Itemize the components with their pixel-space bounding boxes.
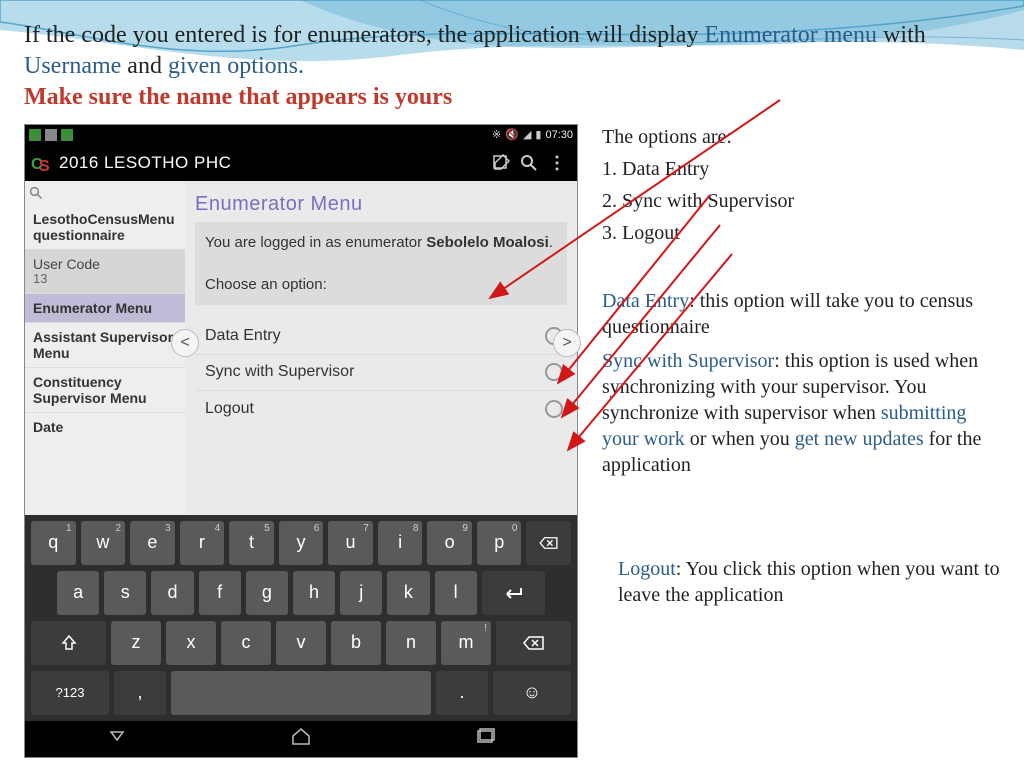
option-logout[interactable]: Logout (195, 391, 567, 427)
key-v[interactable]: v (276, 621, 326, 665)
key-d[interactable]: d (151, 571, 193, 615)
enter-key[interactable] (482, 571, 545, 615)
svg-text:S: S (39, 158, 50, 173)
key-j[interactable]: j (340, 571, 382, 615)
sidebar-item-questionnaire[interactable]: LesothoCensusMenu questionnaire (25, 205, 185, 250)
key-f[interactable]: f (199, 571, 241, 615)
delete-key[interactable] (526, 521, 571, 565)
nav-back-icon[interactable] (107, 726, 127, 751)
key-c[interactable]: c (221, 621, 271, 665)
key-h[interactable]: h (293, 571, 335, 615)
space-key[interactable] (171, 671, 431, 715)
key-e[interactable]: e3 (130, 521, 175, 565)
shift-key[interactable] (31, 621, 106, 665)
key-o[interactable]: o9 (427, 521, 472, 565)
sync-description: Sync with Supervisor: this option is use… (602, 348, 1000, 478)
radio-icon[interactable] (545, 400, 563, 418)
option-sync[interactable]: Sync with Supervisor (195, 355, 567, 391)
key-u[interactable]: u7 (328, 521, 373, 565)
key-n[interactable]: n (386, 621, 436, 665)
nav-bar (25, 721, 577, 757)
edit-icon[interactable] (487, 149, 515, 177)
sidebar-item-date[interactable]: Date (25, 413, 185, 441)
key-b[interactable]: b (331, 621, 381, 665)
key-q[interactable]: q1 (31, 521, 76, 565)
key-i[interactable]: i8 (378, 521, 423, 565)
sidebar-item-usercode[interactable]: User Code 13 (25, 250, 185, 294)
key-g[interactable]: g (246, 571, 288, 615)
sidebar-item-enumerator[interactable]: Enumerator Menu (25, 294, 185, 323)
right-column: The options are: 1. Data Entry 2. Sync w… (578, 124, 1000, 758)
symbols-key[interactable]: ?123 (31, 671, 109, 715)
phone-screenshot: ※ 🔇 ◢ ▮ 07:30 CS 2016 LESOTHO PHC (24, 124, 578, 758)
radio-icon[interactable] (545, 363, 563, 381)
battery-icon: ▮ (535, 128, 541, 141)
overflow-icon[interactable] (543, 149, 571, 177)
app-logo-icon: CS (31, 153, 51, 173)
keyboard: q1w2e3r4t5y6u7i8o9p0 asdfghjkl z x c v b… (25, 515, 577, 721)
sidebar-item-assistant[interactable]: Assistant Supervisor Menu (25, 323, 185, 368)
data-entry-description: Data Entry: this option will take you to… (602, 288, 1000, 340)
mute-icon: 🔇 (505, 128, 519, 141)
key-z[interactable]: z (111, 621, 161, 665)
options-line-1: 1. Data Entry (602, 156, 1000, 182)
status-icon (61, 129, 73, 141)
bluetooth-icon: ※ (492, 128, 501, 141)
sidebar: LesothoCensusMenu questionnaire User Cod… (25, 181, 185, 515)
option-data-entry[interactable]: Data Entry (195, 319, 567, 355)
options-intro: The options are: (602, 124, 1000, 150)
search-icon[interactable] (29, 186, 43, 200)
warning-text: Make sure the name that appears is yours (24, 84, 452, 110)
key-t[interactable]: t5 (229, 521, 274, 565)
next-button[interactable]: > (553, 329, 581, 357)
sidebar-item-constituency[interactable]: Constituency Supervisor Menu (25, 368, 185, 413)
pane-title: Enumerator Menu (195, 187, 567, 222)
login-box: You are logged in as enumerator Sebolelo… (195, 222, 567, 305)
intro-text: If the code you entered is for enumerato… (24, 20, 1000, 114)
logout-description: Logout: You click this option when you w… (618, 556, 1000, 608)
status-time: 07:30 (545, 129, 573, 141)
key-p[interactable]: p0 (477, 521, 522, 565)
key-y[interactable]: y6 (279, 521, 324, 565)
status-icon (29, 129, 41, 141)
key-l[interactable]: l (435, 571, 477, 615)
period-key[interactable]: . (436, 671, 488, 715)
key-w[interactable]: w2 (81, 521, 126, 565)
options-line-3: 3. Logout (602, 220, 1000, 246)
key-r[interactable]: r4 (180, 521, 225, 565)
signal-icon: ◢ (523, 128, 531, 141)
status-bar: ※ 🔇 ◢ ▮ 07:30 (25, 125, 577, 145)
status-icon (45, 129, 57, 141)
app-title: 2016 LESOTHO PHC (59, 153, 487, 173)
nav-recent-icon[interactable] (475, 726, 495, 751)
prev-button[interactable]: < (171, 329, 199, 357)
emoji-key[interactable]: ☺ (493, 671, 571, 715)
backspace-key[interactable] (496, 621, 571, 665)
key-x[interactable]: x (166, 621, 216, 665)
app-bar: CS 2016 LESOTHO PHC (25, 145, 577, 181)
key-m[interactable]: m! (441, 621, 491, 665)
key-k[interactable]: k (387, 571, 429, 615)
key-a[interactable]: a (57, 571, 99, 615)
key-s[interactable]: s (104, 571, 146, 615)
comma-key[interactable]: , (114, 671, 166, 715)
search-icon[interactable] (515, 149, 543, 177)
main-pane: Enumerator Menu You are logged in as enu… (185, 181, 577, 515)
options-line-2: 2. Sync with Supervisor (602, 188, 1000, 214)
nav-home-icon[interactable] (290, 726, 312, 751)
